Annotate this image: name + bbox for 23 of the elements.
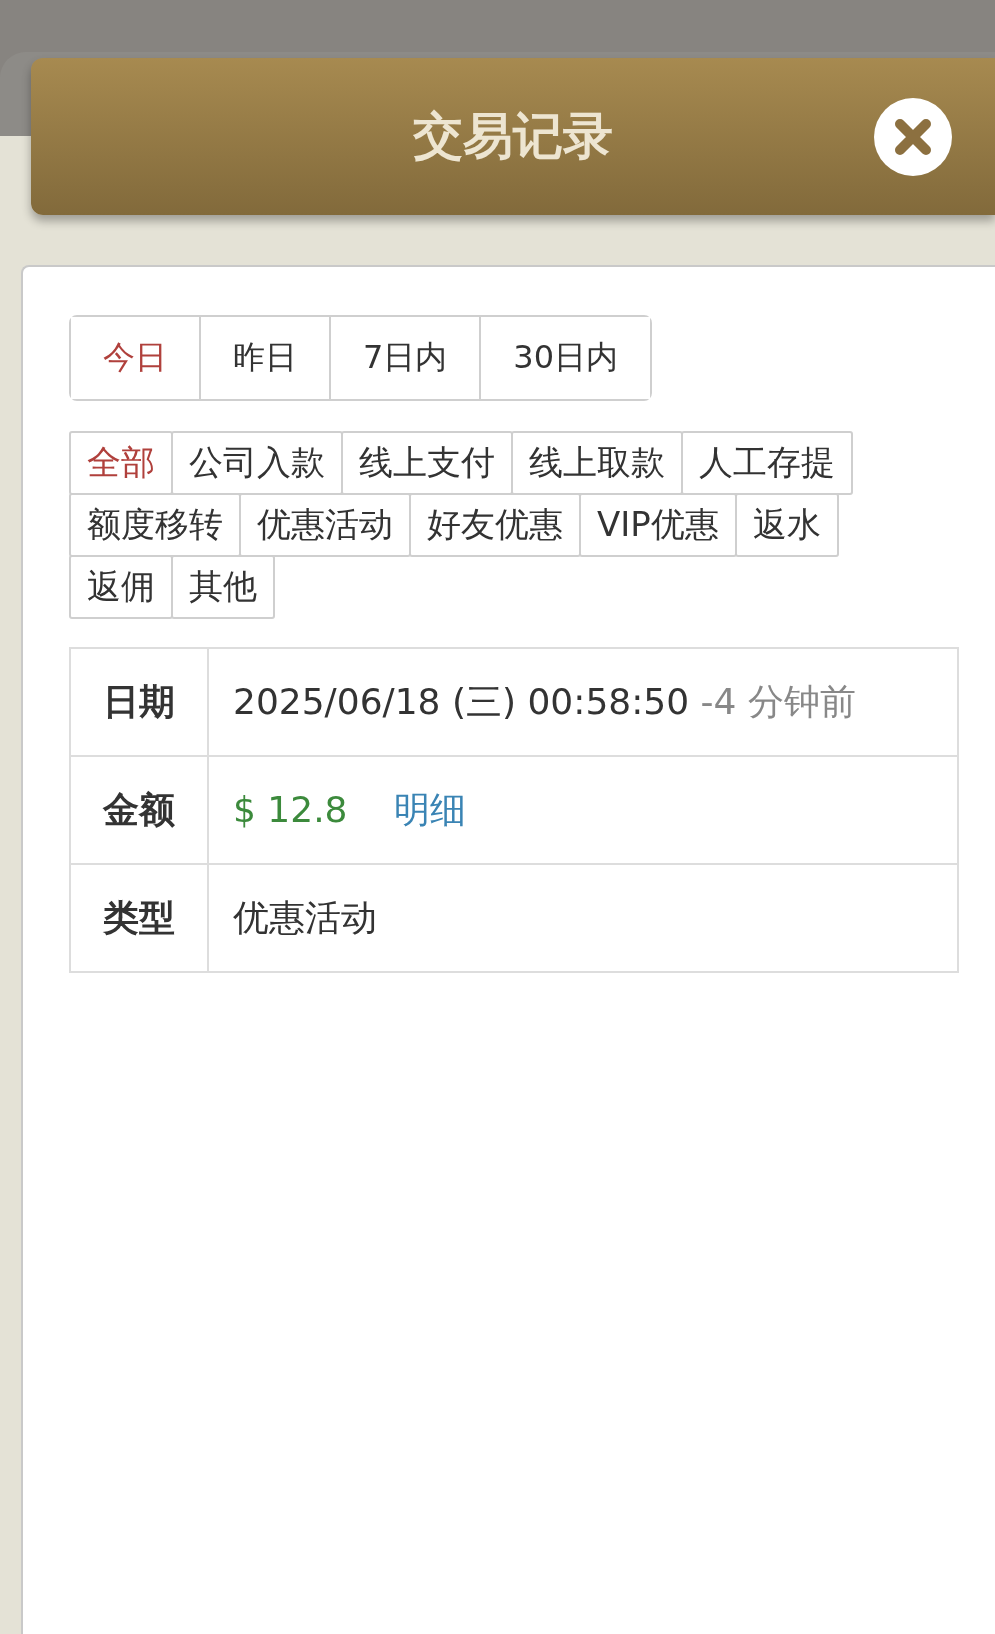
dialog-title: 交易记录: [413, 106, 613, 167]
amount-value: $ 12.8: [233, 788, 348, 830]
type-filter[interactable]: 返水: [734, 493, 839, 557]
relative-time: -4 分钟前: [700, 680, 856, 722]
type-filter[interactable]: 公司入款: [171, 431, 343, 495]
type-filter[interactable]: 其他: [171, 555, 275, 619]
date-tab[interactable]: 30日内: [479, 317, 651, 399]
type-filter[interactable]: 额度移转: [69, 493, 241, 557]
close-icon: [892, 116, 934, 158]
date-value: 2025/06/18 (三) 00:58:50: [233, 680, 690, 722]
field-label: 金额: [70, 756, 208, 864]
type-filter[interactable]: 返佣: [69, 555, 173, 619]
details-link[interactable]: 明细: [393, 788, 466, 830]
type-filter[interactable]: VIP优惠: [579, 493, 737, 557]
field-label: 类型: [70, 864, 208, 972]
type-filter[interactable]: 优惠活动: [239, 493, 411, 557]
type-filter[interactable]: 线上取款: [511, 431, 683, 495]
type-filter[interactable]: 好友优惠: [409, 493, 581, 557]
field-label: 日期: [70, 648, 208, 756]
table-cell: 优惠活动: [208, 864, 958, 972]
type-filter[interactable]: 全部: [69, 431, 173, 495]
type-filter[interactable]: 线上支付: [341, 431, 513, 495]
type-filter[interactable]: 人工存提: [681, 431, 853, 495]
